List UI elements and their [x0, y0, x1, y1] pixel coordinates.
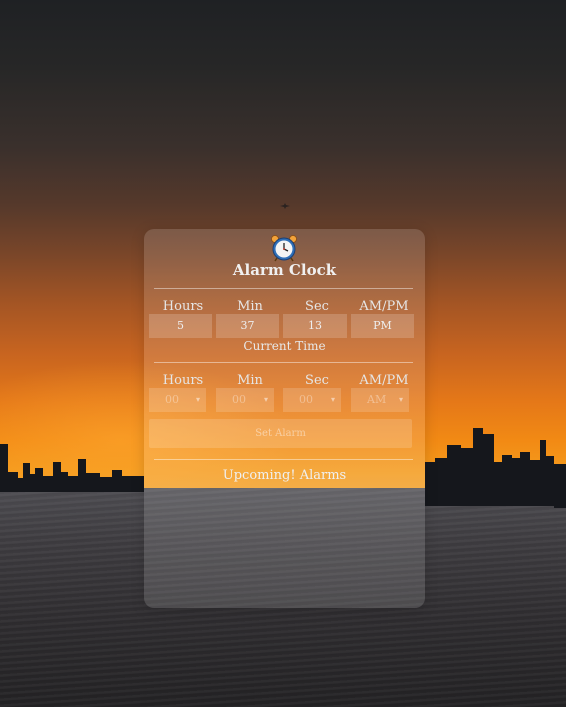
- alarm-min-label: Min: [237, 373, 263, 388]
- alarm-sec-select[interactable]: 00 ▾: [283, 388, 341, 412]
- current-min-label: Min: [237, 299, 263, 314]
- alarm-ampm-label: AM/PM: [359, 373, 409, 388]
- app-title: Alarm Clock: [232, 261, 337, 279]
- upcoming-divider: [154, 459, 413, 460]
- current-hours-value: 5: [149, 314, 212, 338]
- title-divider: [154, 288, 413, 289]
- chevron-down-icon: ▾: [398, 395, 403, 404]
- alarm-hours-select[interactable]: 00 ▾: [149, 388, 206, 412]
- upcoming-alarms-heading: Upcoming! Alarms: [222, 468, 347, 483]
- alarm-hours-label: Hours: [162, 373, 204, 388]
- alarm-min-selected: 00: [232, 393, 246, 406]
- alarm-ampm-select[interactable]: AM ▾: [351, 388, 409, 412]
- set-alarm-button[interactable]: Set Alarm: [149, 419, 412, 448]
- current-sec-label: Sec: [305, 299, 329, 314]
- alarm-sec-label: Sec: [305, 373, 329, 388]
- bird: [280, 203, 290, 209]
- alarm-sec-selected: 00: [299, 393, 313, 406]
- current-ampm-value: PM: [351, 314, 414, 338]
- chevron-down-icon: ▾: [330, 395, 335, 404]
- current-min-value: 37: [216, 314, 279, 338]
- alarm-min-select[interactable]: 00 ▾: [216, 388, 274, 412]
- chevron-down-icon: ▾: [263, 395, 268, 404]
- alarm-ampm-selected: AM: [367, 393, 387, 406]
- current-sec-value: 13: [283, 314, 347, 338]
- current-hours-label: Hours: [162, 299, 204, 314]
- current-time-divider: [154, 362, 413, 363]
- chevron-down-icon: ▾: [195, 395, 200, 404]
- current-ampm-label: AM/PM: [359, 299, 409, 314]
- current-time-caption: Current Time: [243, 339, 326, 353]
- alarm-hours-selected: 00: [165, 393, 179, 406]
- alarm-clock-icon: [271, 235, 297, 262]
